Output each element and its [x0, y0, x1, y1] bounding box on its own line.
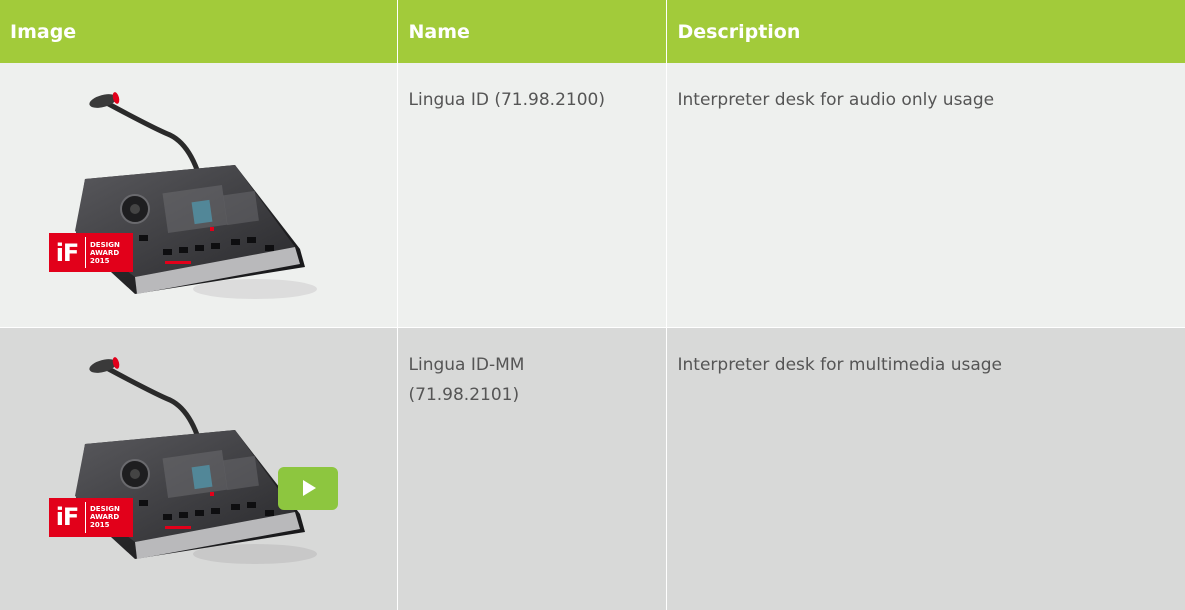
product-name: Lingua ID-MM (71.98.2101): [396, 327, 666, 610]
interpreter-desk-image: [75, 92, 317, 299]
if-logo: iF: [55, 503, 80, 531]
if-logo: iF: [55, 238, 80, 267]
product-table: Image Name Description iF DESIGN AWARD 2…: [0, 0, 1185, 610]
product-image-cell: iF DESIGN AWARD 2015: [0, 63, 397, 328]
award-text: DESIGN AWARD 2015: [90, 240, 120, 265]
column-header-name: Name: [396, 0, 666, 63]
column-header-image: Image: [10, 20, 77, 43]
column-header-description: Description: [665, 0, 1185, 63]
product-description: Interpreter desk for audio only usage: [665, 63, 1185, 328]
interpreter-desk-image: [75, 356, 317, 564]
product-description: Interpreter desk for multimedia usage: [665, 327, 1185, 610]
video-play-button[interactable]: [278, 466, 338, 510]
table-header-row: Image Name Description: [0, 0, 1185, 63]
design-award-badge: iF DESIGN AWARD 2015: [49, 233, 133, 272]
table-row: iF DESIGN AWARD 2015 Lingua ID (71.98.21…: [0, 63, 1185, 328]
product-image[interactable]: iF DESIGN AWARD 2015: [45, 89, 355, 309]
product-image-cell: iF DESIGN AWARD 2015: [0, 327, 397, 610]
award-text: DESIGN AWARD 2015: [90, 505, 120, 529]
product-name: Lingua ID (71.98.2100): [396, 63, 666, 328]
product-image[interactable]: iF DESIGN AWARD 2015: [45, 354, 355, 574]
play-icon: [303, 480, 316, 496]
design-award-badge: iF DESIGN AWARD 2015: [49, 497, 133, 537]
table-row: iF DESIGN AWARD 2015 Lingua ID-MM (71.98…: [0, 327, 1185, 610]
